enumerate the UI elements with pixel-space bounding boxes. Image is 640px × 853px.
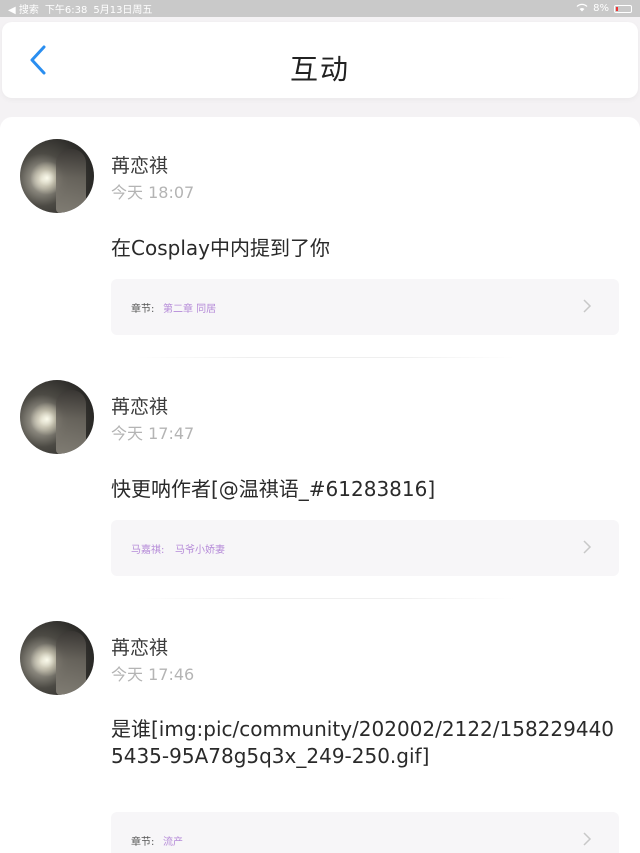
nav-bar: 互动 <box>2 22 638 98</box>
battery-percent: 8% <box>593 3 609 14</box>
notification-list: 苒恋祺 今天 18:07 在Cosplay中内提到了你 章节: 第二章 同居 苒… <box>0 117 640 853</box>
wifi-icon <box>576 3 588 15</box>
timestamp: 今天 18:07 <box>111 183 195 202</box>
back-to-search[interactable]: ◀ 搜索 <box>8 1 39 16</box>
chapter-value: 第二章 同居 <box>163 304 217 315</box>
status-bar: ◀ 搜索 下午6:38 5月13日周五 8% <box>0 0 640 17</box>
chevron-right-icon <box>583 832 592 846</box>
battery-icon <box>614 4 632 13</box>
username[interactable]: 苒恋祺 <box>111 392 168 419</box>
status-time: 下午6:38 <box>44 5 88 16</box>
chevron-right-icon <box>583 299 592 313</box>
chapter-link[interactable]: 章节: 第二章 同居 <box>111 279 619 335</box>
chapter-value: 马爷小娇妻 <box>175 545 225 556</box>
avatar[interactable] <box>20 139 94 213</box>
message-text: 快更呐作者[@温祺语_#61283816] <box>111 477 436 501</box>
avatar[interactable] <box>20 621 94 695</box>
chapter-value: 流产 <box>163 837 183 848</box>
chapter-label: 马嘉祺: <box>131 545 165 556</box>
page-title: 互动 <box>289 53 350 86</box>
status-date: 5月13日周五 <box>93 5 153 16</box>
avatar[interactable] <box>20 380 94 454</box>
message-text: 在Cosplay中内提到了你 <box>111 236 330 260</box>
chapter-label: 章节: <box>131 837 155 848</box>
divider <box>135 357 515 358</box>
username[interactable]: 苒恋祺 <box>111 151 168 178</box>
timestamp: 今天 17:47 <box>111 424 195 443</box>
timestamp: 今天 17:46 <box>111 665 195 684</box>
chapter-link[interactable]: 马嘉祺: 马爷小娇妻 <box>111 520 619 576</box>
divider <box>135 598 515 599</box>
chapter-link[interactable]: 章节: 流产 <box>111 812 619 853</box>
chevron-right-icon <box>583 540 592 554</box>
username[interactable]: 苒恋祺 <box>111 633 168 660</box>
chapter-label: 章节: <box>131 304 155 315</box>
message-text: 是谁[img:pic/community/202002/2122/1582294… <box>111 717 615 768</box>
